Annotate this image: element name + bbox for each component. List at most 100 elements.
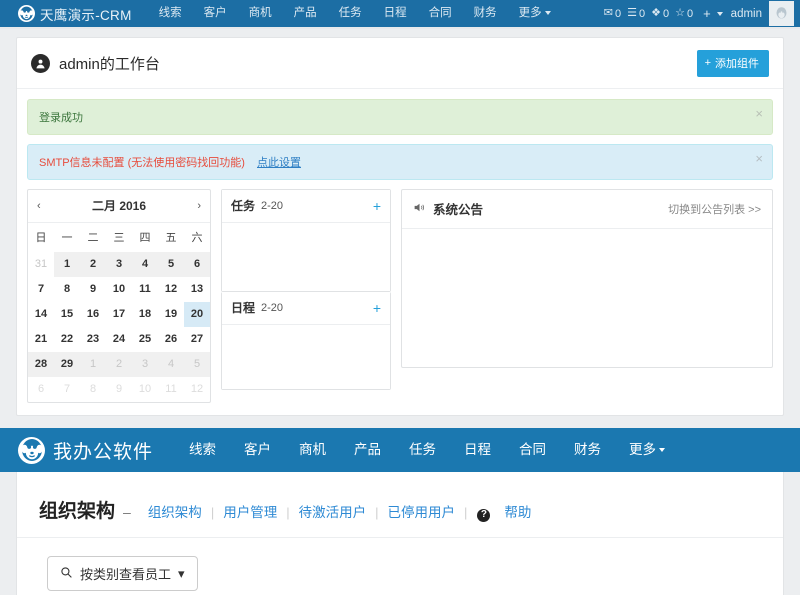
- calendar-day[interactable]: 12: [184, 377, 210, 402]
- nav2-item-gengduo[interactable]: 更多: [615, 428, 679, 472]
- calendar-day[interactable]: 5: [184, 352, 210, 377]
- calendar-day[interactable]: 22: [54, 327, 80, 352]
- calendar-day[interactable]: 4: [158, 352, 184, 377]
- calendar-day[interactable]: 29: [54, 352, 80, 377]
- calendar-day[interactable]: 24: [106, 327, 132, 352]
- topbar-avatar[interactable]: [769, 1, 794, 26]
- calendar-day[interactable]: 28: [28, 352, 54, 377]
- calendar-day[interactable]: 1: [80, 352, 106, 377]
- topnav-item-gengduo[interactable]: 更多: [508, 0, 562, 27]
- topnav-item-shangji[interactable]: 商机: [238, 0, 283, 27]
- topnav-item-xiansuo[interactable]: 线索: [148, 0, 193, 27]
- calendar-day[interactable]: 2: [80, 252, 106, 277]
- topbar-brand[interactable]: 天鹰演示-CRM: [18, 4, 132, 24]
- alert-login-success: 登录成功 ×: [27, 99, 773, 135]
- calendar-day[interactable]: 1: [54, 252, 80, 277]
- nav2-item-richeng[interactable]: 日程: [450, 428, 505, 472]
- calendar-day[interactable]: 17: [106, 302, 132, 327]
- stat-favorites[interactable]: ☆ 0: [675, 8, 693, 20]
- stat-notices[interactable]: ☰ 0: [627, 8, 645, 20]
- calendar-day[interactable]: 27: [184, 327, 210, 352]
- star-icon: ☆: [675, 7, 685, 19]
- calendar-prev-button[interactable]: ‹: [37, 200, 49, 212]
- calendar-day[interactable]: 19: [158, 302, 184, 327]
- calendar-day[interactable]: 6: [184, 252, 210, 277]
- calendar-weekday: 六: [191, 232, 203, 244]
- filter-by-category-button[interactable]: 按类别查看员工 ▾: [47, 556, 198, 591]
- topbar-username[interactable]: admin: [731, 8, 762, 20]
- tab-org-structure[interactable]: 组织架构: [139, 501, 211, 521]
- quick-add-menu[interactable]: +: [703, 6, 723, 21]
- calendar-day[interactable]: 9: [80, 277, 106, 302]
- nav2-item-caiwu[interactable]: 财务: [560, 428, 615, 472]
- calendar-day[interactable]: 25: [132, 327, 158, 352]
- calendar-day[interactable]: 16: [80, 302, 106, 327]
- add-task-button[interactable]: +: [373, 199, 381, 213]
- nav2-item-kehu[interactable]: 客户: [230, 428, 285, 472]
- tab-pending-users[interactable]: 待激活用户: [290, 501, 376, 521]
- workbench-header: admin的工作台 + 添加组件: [17, 38, 783, 89]
- topnav-item-kehu[interactable]: 客户: [193, 0, 238, 27]
- calendar-weekday: 二: [87, 232, 99, 244]
- announcement-list-link[interactable]: 切换到公告列表 >>: [668, 201, 761, 217]
- calendar-day[interactable]: 26: [158, 327, 184, 352]
- nav2-item-renwu[interactable]: 任务: [395, 428, 450, 472]
- calendar-day[interactable]: 14: [28, 302, 54, 327]
- topnav-item-renwu[interactable]: 任务: [328, 0, 373, 27]
- calendar-day-selected[interactable]: 20: [184, 302, 210, 327]
- nav2-item-hetong[interactable]: 合同: [505, 428, 560, 472]
- calendar-day[interactable]: 5: [158, 252, 184, 277]
- calendar-weekday: 三: [113, 232, 125, 244]
- calendar-day[interactable]: 21: [28, 327, 54, 352]
- calendar-week-row: 6 7 8 9 10 11 12: [28, 377, 210, 402]
- help-link[interactable]: 帮助: [495, 501, 540, 521]
- calendar-day[interactable]: 13: [184, 277, 210, 302]
- topnav-item-caiwu[interactable]: 财务: [463, 0, 508, 27]
- calendar-day[interactable]: 6: [28, 377, 54, 402]
- calendar-day[interactable]: 3: [132, 352, 158, 377]
- calendar-day[interactable]: 3: [106, 252, 132, 277]
- alert-smtp-notice: SMTP信息未配置 (无法使用密码找回功能) 点此设置 ×: [27, 144, 773, 180]
- nav2-item-chanpin[interactable]: 产品: [340, 428, 395, 472]
- calendar-day[interactable]: 11: [158, 377, 184, 402]
- close-icon[interactable]: ×: [755, 107, 763, 120]
- calendar-day[interactable]: 10: [132, 377, 158, 402]
- calendar-day[interactable]: 8: [54, 277, 80, 302]
- calendar-day[interactable]: 23: [80, 327, 106, 352]
- calendar-day[interactable]: 7: [54, 377, 80, 402]
- smtp-settings-link[interactable]: 点此设置: [257, 157, 301, 169]
- tab-user-management[interactable]: 用户管理: [214, 501, 286, 521]
- org-wrapper: 组织架构 – 组织架构 | 用户管理 | 待激活用户 | 已停用用户 | ? 帮…: [0, 472, 800, 595]
- calendar-day[interactable]: 8: [80, 377, 106, 402]
- org-header: 组织架构 – 组织架构 | 用户管理 | 待激活用户 | 已停用用户 | ? 帮…: [17, 472, 783, 538]
- calendar-day[interactable]: 15: [54, 302, 80, 327]
- chevron-down-icon: [659, 448, 666, 453]
- diamond-icon: ❖: [651, 7, 661, 19]
- nav2-item-xiansuo[interactable]: 线索: [175, 428, 230, 472]
- topnav-item-hetong[interactable]: 合同: [418, 0, 463, 27]
- nav2-item-shangji[interactable]: 商机: [285, 428, 340, 472]
- calendar-day[interactable]: 9: [106, 377, 132, 402]
- add-widget-button[interactable]: + 添加组件: [696, 50, 769, 77]
- calendar-day[interactable]: 2: [106, 352, 132, 377]
- close-icon[interactable]: ×: [755, 152, 763, 165]
- secondary-brand-name: 我办公软件: [53, 441, 154, 463]
- stat-diamond[interactable]: ❖ 0: [651, 8, 669, 20]
- calendar-next-button[interactable]: ›: [189, 200, 201, 212]
- tab-disabled-users[interactable]: 已停用用户: [378, 501, 464, 521]
- calendar-day[interactable]: 18: [132, 302, 158, 327]
- calendar-day[interactable]: 4: [132, 252, 158, 277]
- calendar-day[interactable]: 12: [158, 277, 184, 302]
- calendar-day[interactable]: 11: [132, 277, 158, 302]
- topnav-item-richeng[interactable]: 日程: [373, 0, 418, 27]
- task-widget-title: 任务: [231, 199, 256, 213]
- filter-button-label: 按类别查看员工: [80, 567, 172, 582]
- add-schedule-button[interactable]: +: [373, 301, 381, 315]
- secondary-brand[interactable]: 我办公软件: [18, 436, 154, 464]
- topnav-item-chanpin[interactable]: 产品: [283, 0, 328, 27]
- calendar-day[interactable]: 10: [106, 277, 132, 302]
- announcement-title: 系统公告: [433, 203, 484, 217]
- calendar-day[interactable]: 7: [28, 277, 54, 302]
- stat-messages[interactable]: ✉ 0: [604, 8, 621, 20]
- calendar-day[interactable]: 31: [28, 252, 54, 277]
